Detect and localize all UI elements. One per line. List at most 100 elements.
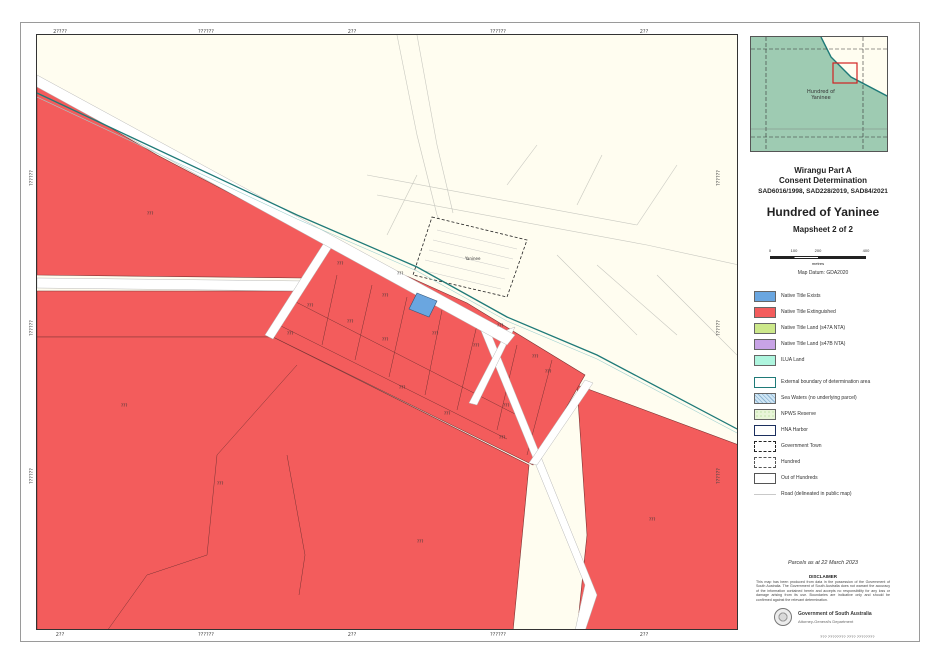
parcel-label: ??? bbox=[532, 354, 538, 359]
coord-tick-bottom: ?????? bbox=[198, 632, 214, 638]
legend-item: Sea Waters (no underlying parcel) bbox=[754, 392, 857, 404]
plain-outline-icon bbox=[754, 472, 776, 484]
legend-item: Native Title Extinguished bbox=[754, 306, 836, 318]
locator-inset-map[interactable]: Hundred of Yaninee bbox=[750, 36, 888, 152]
legend-item: Native Title Exists bbox=[754, 290, 820, 302]
government-logo: Government of South Australia Attorney-G… bbox=[774, 608, 872, 626]
legend-item: HNA Harbor bbox=[754, 424, 808, 436]
legend-label: Native Title Land (s47B NTA) bbox=[781, 341, 846, 347]
legend-label: ILUA Land bbox=[781, 357, 805, 363]
project-title-line2: Consent Determination bbox=[778, 176, 867, 185]
outline-teal-icon bbox=[754, 376, 776, 388]
parcels-date: Parcels as at 22 March 2023 bbox=[787, 560, 858, 566]
parcel-label: ??? bbox=[444, 411, 450, 416]
legend-label: Hundred bbox=[781, 459, 801, 465]
legend-item: Native Title Land (s47B NTA) bbox=[754, 338, 845, 350]
parcel-label: ??? bbox=[417, 539, 423, 544]
inset-canvas: Hundred of Yaninee bbox=[751, 37, 887, 151]
parcel-west-main[interactable] bbox=[37, 290, 302, 338]
township-label: Yaninee bbox=[464, 256, 481, 261]
coord-tick-top: 2?? bbox=[347, 29, 357, 35]
legend-label: HNA Harbor bbox=[781, 427, 808, 433]
scale-tick: 200 bbox=[814, 248, 822, 253]
parcel-label: ??? bbox=[287, 331, 293, 336]
coord-tick-left: ?????? bbox=[29, 170, 35, 186]
coord-tick-bottom: 2?? bbox=[347, 632, 357, 638]
parcel-label: ??? bbox=[382, 293, 388, 298]
coord-tick-top: 2?? bbox=[639, 29, 649, 35]
legend-label: Out of Hundreds bbox=[781, 475, 818, 481]
parcel-label: ??? bbox=[497, 323, 503, 328]
coord-tick-top: ?????? bbox=[490, 29, 506, 35]
legend-label: Sea Waters (no underlying parcel) bbox=[781, 395, 857, 401]
parcel-label: ??? bbox=[121, 403, 127, 408]
parcel-label: ??? bbox=[473, 343, 479, 348]
state-seal-icon bbox=[774, 608, 792, 626]
parcel-label: ??? bbox=[217, 481, 223, 486]
road-line-icon bbox=[754, 488, 776, 500]
scale-unit: metres bbox=[811, 261, 825, 266]
coord-tick-bottom: ?????? bbox=[490, 632, 506, 638]
map-canvas: Yaninee ??? ??? ??? ??? ??? ??? ??? ??? … bbox=[37, 35, 737, 629]
legend-label: External boundary of determination area bbox=[781, 379, 871, 385]
parcel-label: ??? bbox=[399, 385, 405, 390]
coord-tick-right: ?????? bbox=[716, 170, 722, 186]
legend-item: Government Town bbox=[754, 440, 821, 452]
coord-tick-top: ?????? bbox=[198, 29, 214, 35]
fill-swatch-icon bbox=[754, 338, 776, 350]
map-reference: ??? ???????? ???? ???????? bbox=[820, 634, 875, 639]
dot-swatch-icon bbox=[754, 408, 776, 420]
parcel-label: ??? bbox=[499, 435, 505, 440]
fill-swatch-icon bbox=[754, 290, 776, 302]
legend-item: External boundary of determination area bbox=[754, 376, 870, 388]
legend-label: Government Town bbox=[781, 443, 822, 449]
parcel-label: ??? bbox=[649, 517, 655, 522]
hatch-swatch-icon bbox=[754, 392, 776, 404]
legend-item: Out of Hundreds bbox=[754, 472, 818, 484]
dashed-outline-icon bbox=[754, 440, 776, 452]
mapsheet-number: Mapsheet 2 of 2 bbox=[792, 225, 853, 234]
main-map[interactable]: Yaninee ??? ??? ??? ??? ??? ??? ??? ??? … bbox=[36, 34, 738, 630]
map-datum: Map Datum: GDA2020 bbox=[797, 270, 849, 276]
legend-item: Hundred bbox=[754, 456, 800, 468]
legend-item: NPWS Reserve bbox=[754, 408, 816, 420]
parcel-label: ??? bbox=[147, 211, 153, 216]
scale-tick: 400 bbox=[862, 248, 870, 253]
legend-label: Native Title Extinguished bbox=[781, 309, 836, 315]
disclaimer-body: This map has been produced from data in … bbox=[756, 580, 890, 602]
legend-item: Native Title Land (s47A NTA) bbox=[754, 322, 845, 334]
fill-swatch-icon bbox=[754, 306, 776, 318]
parcel-label: ??? bbox=[382, 337, 388, 342]
parcel-label: ??? bbox=[397, 271, 403, 276]
project-title-line1: Wirangu Part A bbox=[794, 166, 852, 175]
scale-bar: 0 100 200 400 metres bbox=[768, 248, 870, 272]
hundred-title: Hundred of Yaninee bbox=[766, 205, 880, 219]
parcel-label: ??? bbox=[307, 303, 313, 308]
case-numbers: SAD6016/1998, SAD228/2019, SAD84/2021 bbox=[758, 188, 888, 195]
scale-tick: 0 bbox=[768, 248, 772, 253]
legend-label: NPWS Reserve bbox=[781, 411, 817, 417]
legend-label: Native Title Exists bbox=[781, 293, 821, 299]
coord-tick-top: 2???? bbox=[53, 29, 67, 35]
fill-swatch-icon bbox=[754, 322, 776, 334]
inset-label-line2: Yaninee bbox=[810, 95, 830, 101]
scale-tick: 100 bbox=[790, 248, 798, 253]
outline-navy-icon bbox=[754, 424, 776, 436]
legend-label: Native Title Land (s47A NTA) bbox=[781, 325, 846, 331]
parcel-label: ??? bbox=[432, 331, 438, 336]
parcel-label: ??? bbox=[503, 403, 509, 408]
long-dash-outline-icon bbox=[754, 456, 776, 468]
government-name: Government of South Australia bbox=[798, 610, 872, 617]
title-block: Wirangu Part A Consent Determination SAD… bbox=[748, 166, 898, 234]
department-name: Attorney-General's Department bbox=[798, 618, 854, 624]
coord-tick-right: ?????? bbox=[716, 468, 722, 484]
fill-swatch-icon bbox=[754, 354, 776, 366]
legend-label: Road (delineated in public map) bbox=[781, 491, 852, 497]
coord-tick-bottom: 2?? bbox=[55, 632, 65, 638]
parcel-label: ??? bbox=[545, 369, 551, 374]
parcel-label: ??? bbox=[337, 261, 343, 266]
coord-tick-left: ?????? bbox=[29, 320, 35, 336]
scale-bar-graphic bbox=[770, 256, 866, 259]
coord-tick-bottom: 2?? bbox=[639, 632, 649, 638]
coord-tick-right: ?????? bbox=[716, 320, 722, 336]
